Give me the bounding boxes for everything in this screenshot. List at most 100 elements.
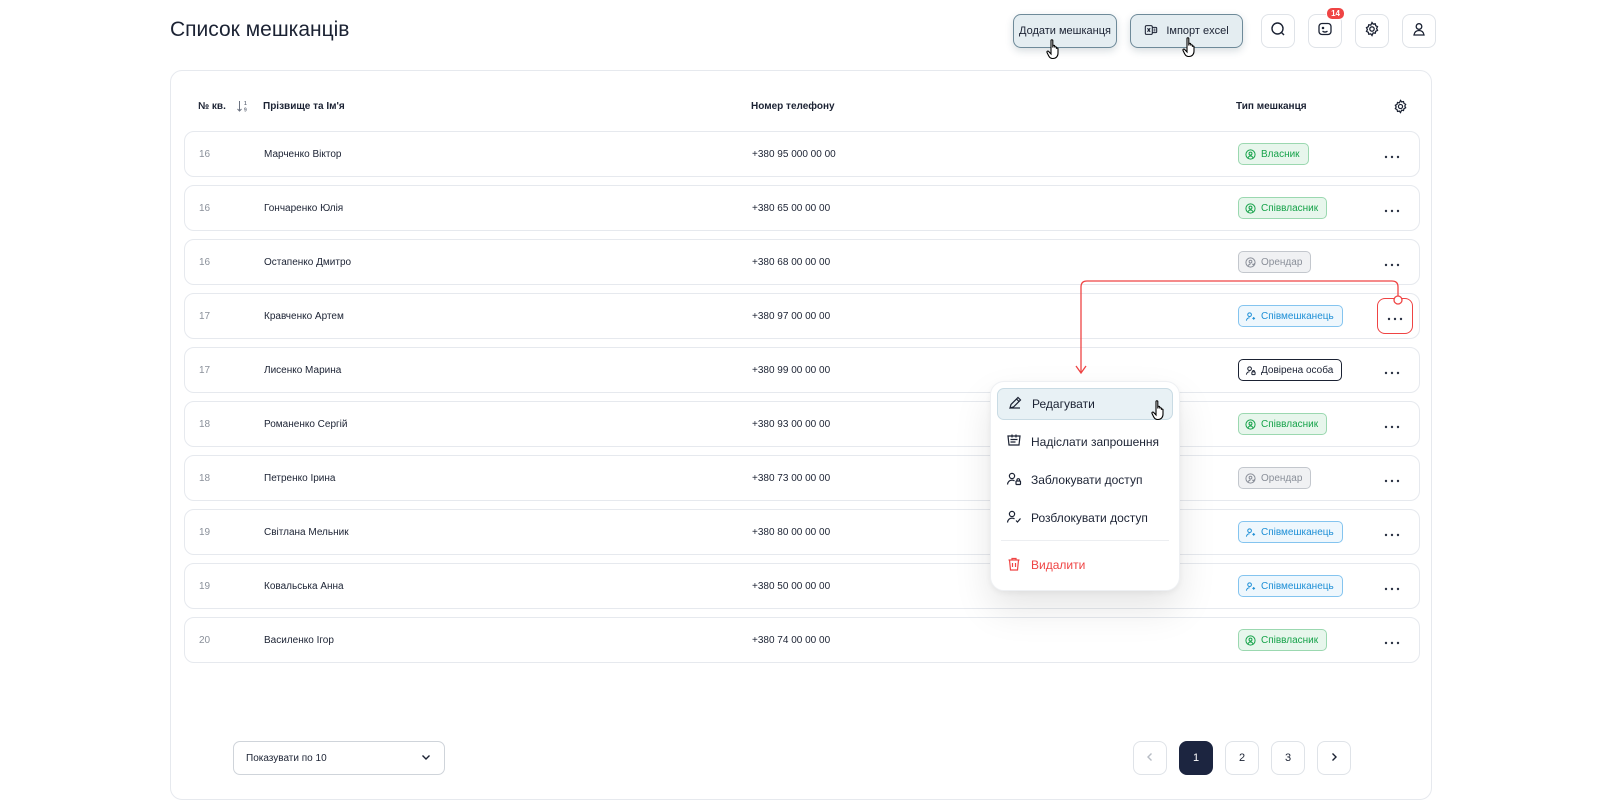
table-row[interactable]: 17 Лисенко Марина +380 99 00 00 00 Довірена…	[184, 347, 1420, 393]
cell-apt: 20	[199, 635, 211, 646]
more-dots-icon	[1384, 632, 1400, 648]
page-button-1[interactable]: 1	[1179, 741, 1213, 775]
residents-card: № кв. 19 Прізвище та Ім'я Номер телефону…	[170, 70, 1432, 800]
cell-name: Кравченко Артем	[264, 311, 344, 322]
header-phone: Номер телефону	[751, 101, 835, 112]
menu-item-delete-label: Видалити	[1031, 558, 1086, 572]
hand-cursor-icon	[1150, 399, 1170, 424]
svg-text:1: 1	[244, 101, 247, 107]
table-row[interactable]: 18 Романенко Сергій +380 93 00 00 00 Співвл…	[184, 401, 1420, 447]
row-more-button[interactable]	[1377, 298, 1413, 334]
more-dots-icon	[1384, 470, 1400, 486]
row-more-button[interactable]	[1377, 464, 1407, 492]
user-icon	[1411, 21, 1427, 42]
notifications-badge: 14	[1326, 7, 1345, 20]
per-page-select[interactable]: Показувати по 10	[233, 741, 445, 775]
pencil-icon	[1007, 395, 1023, 414]
cell-phone: +380 95 000 00 00	[752, 149, 836, 160]
column-settings-icon[interactable]	[1393, 99, 1408, 117]
cell-phone: +380 65 00 00 00	[752, 203, 831, 214]
next-page-button[interactable]	[1317, 741, 1351, 775]
cell-name: Ковальська Анна	[264, 581, 344, 592]
resident-type-badge: Співмешканець	[1238, 575, 1343, 597]
row-more-button[interactable]	[1377, 356, 1407, 384]
resident-icon	[1245, 311, 1256, 322]
menu-divider	[1001, 540, 1169, 541]
user-lock-icon	[1006, 471, 1022, 490]
table-row[interactable]: 16 Марченко Віктор +380 95 000 00 00 Власни…	[184, 131, 1420, 177]
cell-name: Василенко Ігор	[264, 635, 334, 646]
profile-button[interactable]	[1402, 14, 1436, 48]
cell-apt: 19	[199, 527, 211, 538]
user-check-icon	[1006, 509, 1022, 528]
more-dots-icon	[1384, 200, 1400, 216]
prev-page-button[interactable]	[1133, 741, 1167, 775]
row-more-button[interactable]	[1377, 194, 1407, 222]
table-row[interactable]: 16 Остапенко Дмитро +380 68 00 00 00 Оренда…	[184, 239, 1420, 285]
table-row[interactable]: 18 Петренко Ірина +380 73 00 00 00 Орендар	[184, 455, 1420, 501]
table-row[interactable]: 16 Гончаренко Юлія +380 65 00 00 00 Співвла…	[184, 185, 1420, 231]
cell-phone: +380 80 00 00 00	[752, 527, 831, 538]
cell-apt: 17	[199, 311, 211, 322]
notifications-button[interactable]: 14	[1308, 7, 1345, 48]
row-more-button[interactable]	[1377, 626, 1407, 654]
menu-item-delete[interactable]: Видалити	[997, 549, 1173, 581]
sort-icon[interactable]: 19	[236, 99, 250, 116]
header-name: Прізвище та Ім'я	[263, 101, 345, 112]
page-title: Список мешканців	[170, 18, 350, 41]
resident-type-label: Довірена особа	[1261, 364, 1334, 376]
resident-type-label: Співмешканець	[1261, 580, 1334, 592]
cell-apt: 16	[199, 149, 211, 160]
row-more-button[interactable]	[1377, 518, 1407, 546]
resident-type-badge: Орендар	[1238, 251, 1312, 273]
page-button-2[interactable]: 2	[1225, 741, 1259, 775]
table-header: № кв. 19 Прізвище та Ім'я Номер телефону…	[171, 99, 1431, 119]
table-row[interactable]: 17 Кравченко Артем +380 97 00 00 00 Співмеш…	[184, 293, 1420, 339]
page-button-3[interactable]: 3	[1271, 741, 1305, 775]
resident-type-label: Співвласник	[1261, 418, 1319, 430]
resident-type-label: Співвласник	[1261, 634, 1319, 646]
table-row[interactable]: 19 Ковальська Анна +380 50 00 00 00 Співмеш…	[184, 563, 1420, 609]
add-resident-label: Додати мешканця	[1019, 25, 1111, 37]
table-row[interactable]: 20 Василенко Ігор +380 74 00 00 00 Співвлас…	[184, 617, 1420, 663]
menu-item-edit[interactable]: Редагувати	[997, 388, 1173, 421]
resident-type-label: Власник	[1261, 148, 1300, 160]
settings-button[interactable]	[1355, 14, 1389, 48]
row-more-button[interactable]	[1377, 140, 1407, 168]
header-apt: № кв.	[198, 101, 226, 112]
menu-item-block[interactable]: Заблокувати доступ	[997, 464, 1173, 496]
resident-type-label: Орендар	[1261, 256, 1303, 268]
table-row[interactable]: 19 Світлана Мельник +380 80 00 00 00 Співме…	[184, 509, 1420, 555]
trash-icon	[1006, 556, 1022, 575]
tenant-icon	[1245, 256, 1256, 268]
cell-phone: +380 68 00 00 00	[752, 257, 831, 268]
resident-type-badge: Співмешканець	[1238, 305, 1343, 327]
cell-phone: +380 93 00 00 00	[752, 419, 831, 430]
cell-name: Світлана Мельник	[264, 527, 349, 538]
cell-phone: +380 99 00 00 00	[752, 365, 831, 376]
resident-type-badge: Співвласник	[1238, 413, 1328, 435]
search-button[interactable]	[1261, 14, 1295, 48]
row-more-button[interactable]	[1377, 572, 1407, 600]
cell-phone: +380 97 00 00 00	[752, 311, 831, 322]
resident-type-badge: Співвласник	[1238, 197, 1328, 219]
row-more-button[interactable]	[1377, 410, 1407, 438]
cell-name: Марченко Віктор	[264, 149, 342, 160]
menu-item-invite[interactable]: Надіслати запрошення	[997, 426, 1173, 458]
cell-name: Петренко Ірина	[264, 473, 336, 484]
svg-text:9: 9	[244, 108, 247, 114]
more-dots-icon	[1384, 146, 1400, 162]
add-resident-button[interactable]: Додати мешканця	[1013, 14, 1117, 48]
cell-phone: +380 74 00 00 00	[752, 635, 831, 646]
resident-type-label: Орендар	[1261, 472, 1303, 484]
more-dots-icon	[1384, 362, 1400, 378]
row-more-button[interactable]	[1377, 248, 1407, 276]
cell-name: Лисенко Марина	[264, 365, 342, 376]
header-type: Тип мешканця	[1236, 101, 1307, 112]
more-dots-icon	[1384, 524, 1400, 540]
menu-item-unblock[interactable]: Розблокувати доступ	[997, 502, 1173, 534]
invite-icon	[1006, 433, 1022, 452]
cell-apt: 16	[199, 203, 211, 214]
more-dots-icon	[1387, 308, 1403, 324]
more-dots-icon	[1384, 578, 1400, 594]
